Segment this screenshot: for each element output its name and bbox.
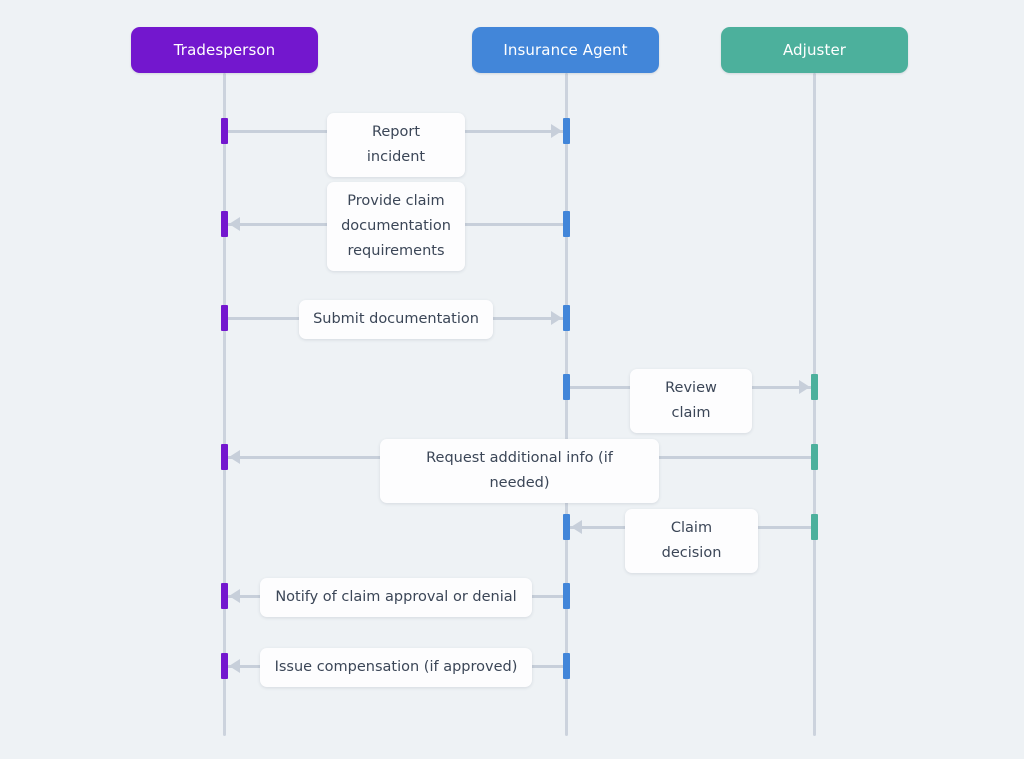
activation-bar-insurance_agent (563, 514, 570, 540)
activation-bar-tradesperson (221, 444, 228, 470)
activation-bar-insurance_agent (563, 653, 570, 679)
activation-bar-tradesperson (221, 118, 228, 144)
arrow-head-left-icon (229, 589, 240, 603)
lifeline-adjuster (813, 73, 816, 736)
actor-label: Tradesperson (173, 41, 276, 59)
message-label-report-incident[interactable]: Report incident (327, 113, 465, 177)
activation-bar-insurance_agent (563, 374, 570, 400)
message-label-notify-of-claim-approval-or-denial[interactable]: Notify of claim approval or denial (260, 578, 532, 617)
activation-bar-tradesperson (221, 305, 228, 331)
activation-bar-insurance_agent (563, 583, 570, 609)
lifeline-insurance_agent (565, 73, 568, 736)
actor-header-insurance_agent[interactable]: Insurance Agent (472, 27, 659, 73)
activation-bar-tradesperson (221, 653, 228, 679)
activation-bar-insurance_agent (563, 211, 570, 237)
arrow-head-right-icon (551, 124, 562, 138)
message-label-review-claim[interactable]: Review claim (630, 369, 752, 433)
message-label-request-additional-info[interactable]: Request additional info (if needed) (380, 439, 659, 503)
activation-bar-tradesperson (221, 211, 228, 237)
arrow-head-right-icon (551, 311, 562, 325)
activation-bar-insurance_agent (563, 305, 570, 331)
actor-header-adjuster[interactable]: Adjuster (721, 27, 908, 73)
activation-bar-tradesperson (221, 583, 228, 609)
message-label-submit-documentation[interactable]: Submit documentation (299, 300, 493, 339)
actor-label: Adjuster (782, 41, 847, 59)
activation-bar-adjuster (811, 374, 818, 400)
activation-bar-insurance_agent (563, 118, 570, 144)
actor-header-tradesperson[interactable]: Tradesperson (131, 27, 318, 73)
activation-bar-adjuster (811, 444, 818, 470)
arrow-head-left-icon (571, 520, 582, 534)
arrow-head-left-icon (229, 450, 240, 464)
actor-label: Insurance Agent (503, 41, 628, 59)
lifeline-tradesperson (223, 73, 226, 736)
arrow-head-right-icon (799, 380, 810, 394)
activation-bar-adjuster (811, 514, 818, 540)
arrow-head-left-icon (229, 659, 240, 673)
sequence-diagram: Tradesperson Insurance Agent Adjuster Repor… (0, 0, 1024, 759)
message-label-provide-claim-documentation-requirements[interactable]: Provide claim documentation requirements (327, 182, 465, 271)
message-label-issue-compensation[interactable]: Issue compensation (if approved) (260, 648, 532, 687)
arrow-head-left-icon (229, 217, 240, 231)
message-label-claim-decision[interactable]: Claim decision (625, 509, 758, 573)
